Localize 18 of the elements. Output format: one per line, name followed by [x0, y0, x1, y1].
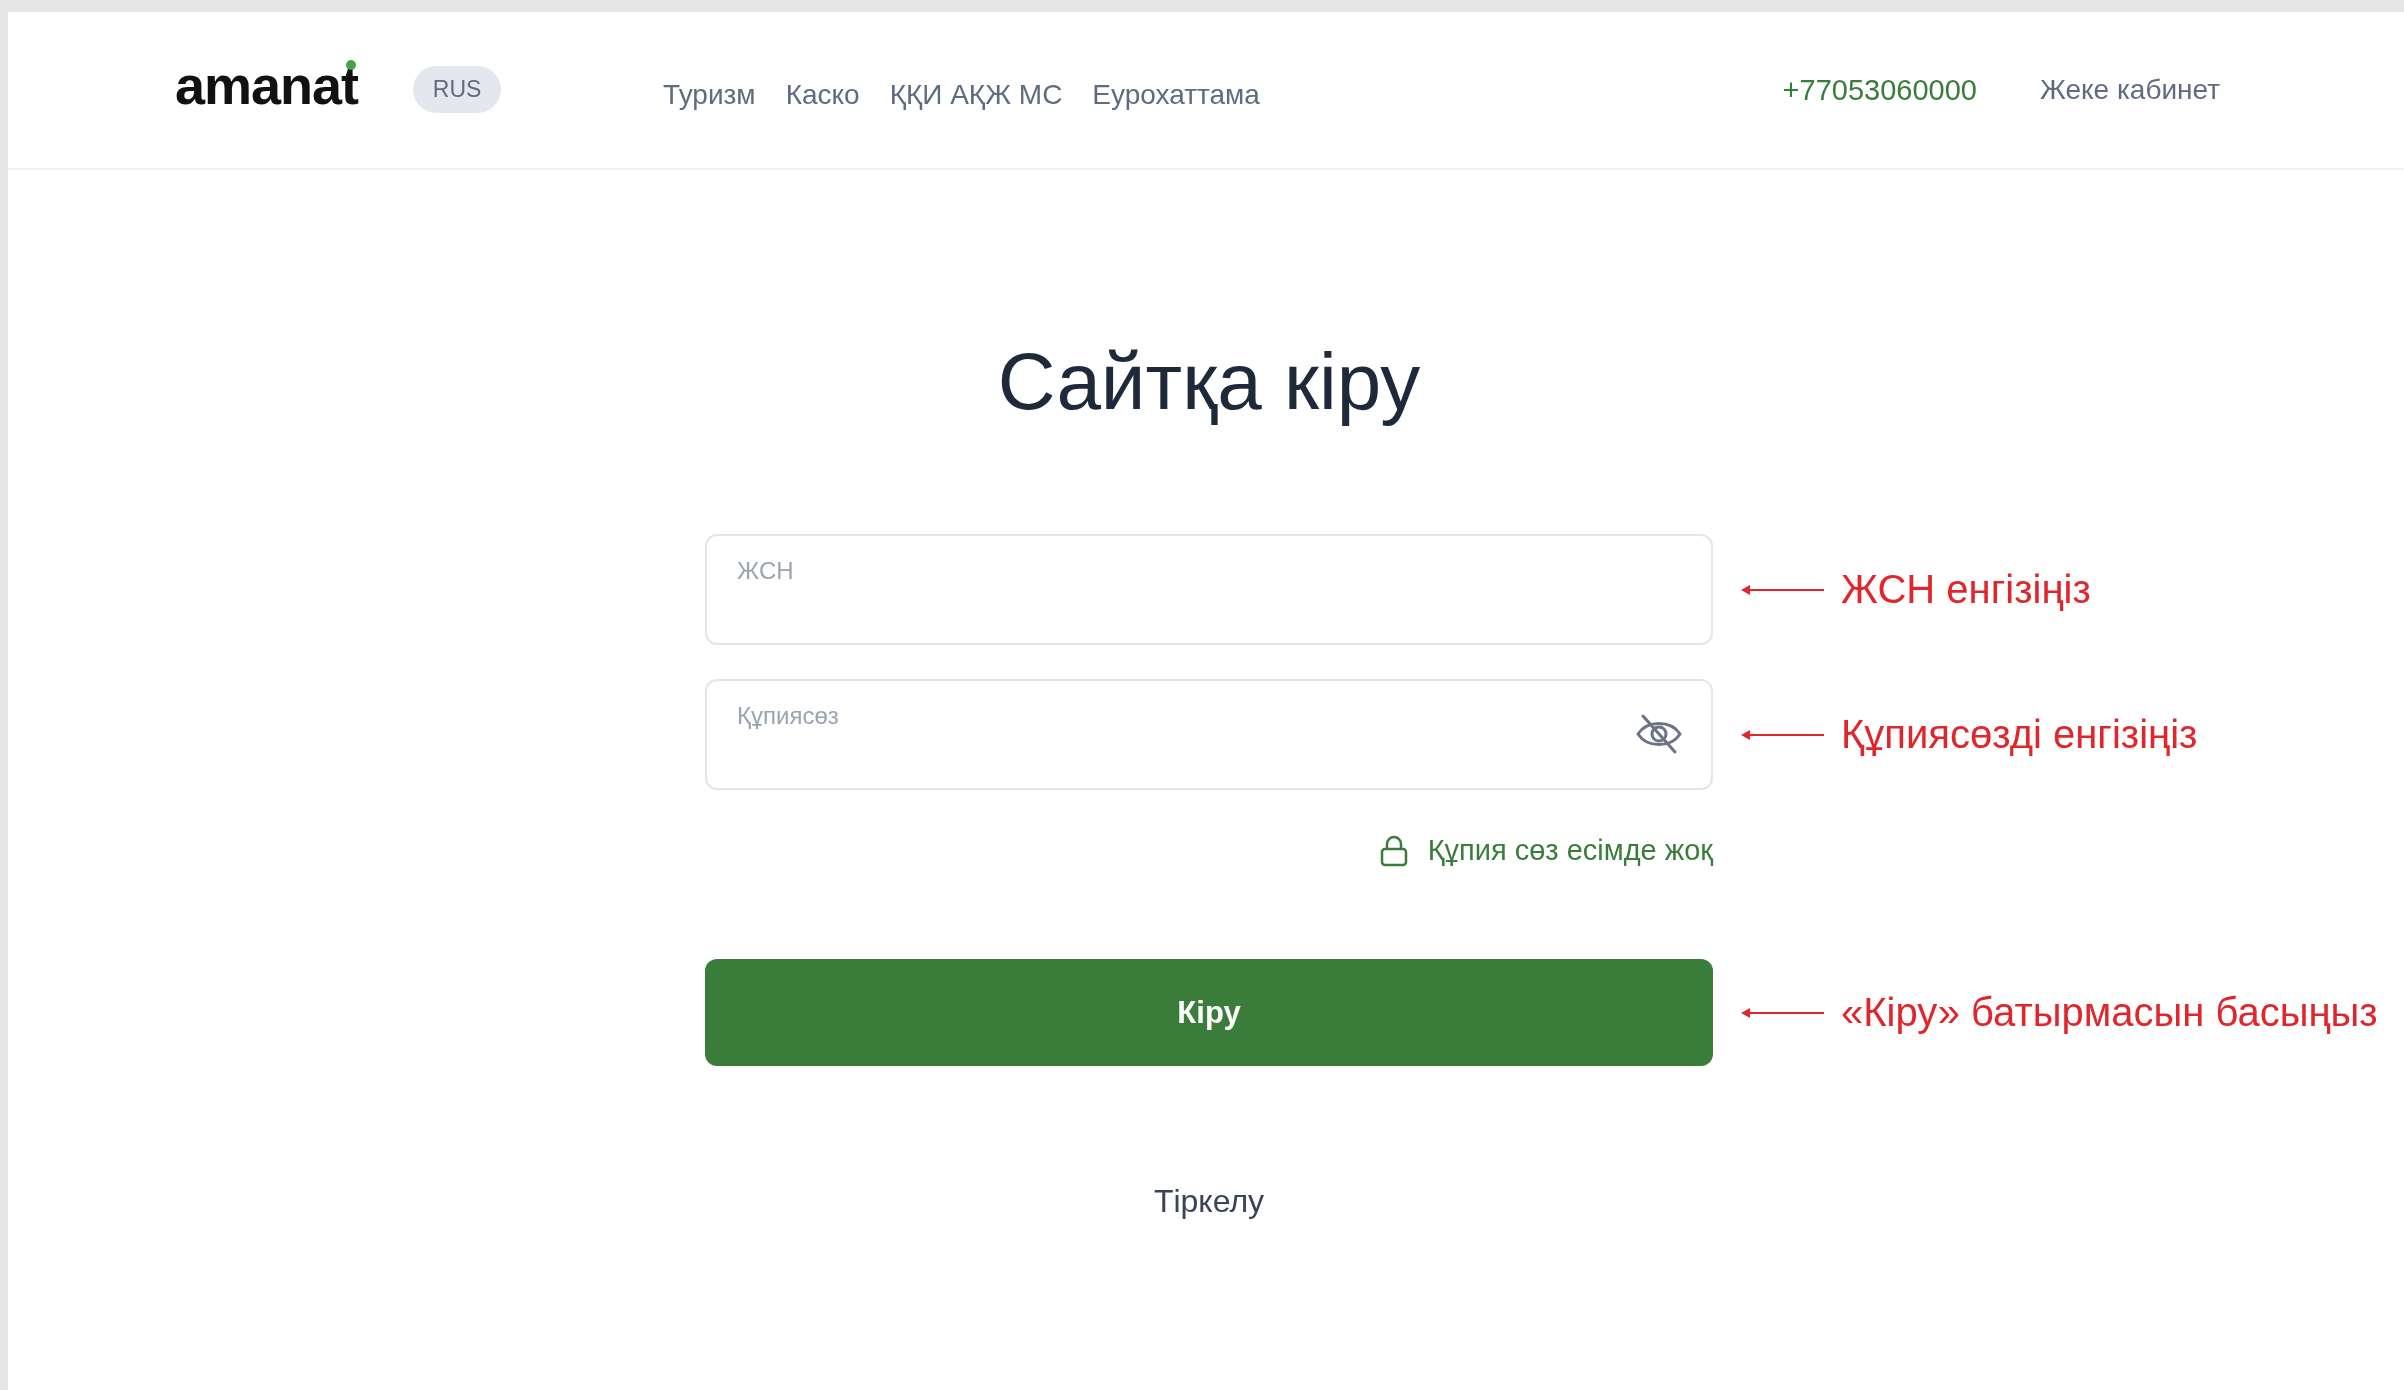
login-button[interactable]: Кіру — [705, 959, 1713, 1066]
nav-link[interactable]: ҚҚИ АҚЖ МС — [889, 79, 1063, 111]
phone-link[interactable]: +77053060000 — [1782, 73, 1977, 107]
input-field[interactable]: ЖСН — [705, 534, 1713, 645]
annotation-text: Құпиясөзді енгізіңіз — [1841, 712, 2198, 757]
password-field[interactable]: Құпиясөз — [705, 679, 1713, 790]
account-link[interactable]: Жеке кабинет — [2039, 74, 2220, 106]
register-link[interactable]: Тіркелу — [1153, 1183, 1265, 1220]
eye-slash-icon[interactable] — [1635, 712, 1683, 756]
annotation-text: ЖСН енгізіңіз — [1841, 567, 2091, 612]
forgot-password-link[interactable]: Құпия сөз есімде жоқ — [1427, 834, 1713, 867]
nav-link[interactable]: Туризм — [663, 79, 756, 111]
language-button[interactable]: RUS — [413, 65, 502, 113]
annotation-text: «Кіру» батырмасын басыңыз — [1841, 990, 2378, 1035]
nav-link[interactable]: Каско — [785, 79, 860, 111]
nav-link[interactable]: Еурохаттама — [1092, 79, 1260, 111]
lock-icon — [1379, 834, 1408, 867]
logo[interactable]: amanat — [175, 54, 359, 116]
